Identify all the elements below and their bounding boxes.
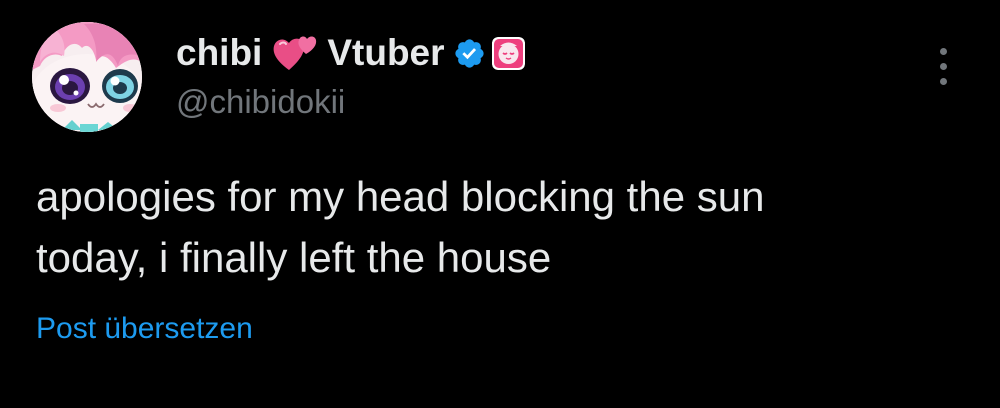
display-name-first: chibi <box>176 32 263 73</box>
two-hearts-emoji-icon <box>272 32 318 74</box>
more-dot <box>939 62 947 70</box>
author-display-name[interactable]: chibi Vtuber <box>176 32 445 74</box>
affiliate-badge-icon[interactable] <box>491 36 525 70</box>
post-header: chibi Vtuber @chibidokii <box>176 28 896 121</box>
post: chibi Vtuber @chibidokii apologies for m… <box>0 0 1000 408</box>
author-handle[interactable]: @chibidokii <box>176 83 896 121</box>
post-text: apologies for my head blocking the sun t… <box>36 173 765 281</box>
avatar-image <box>32 22 142 132</box>
verified-checkmark-icon[interactable] <box>453 37 486 70</box>
more-options-icon[interactable] <box>924 42 962 90</box>
avatar[interactable] <box>32 22 142 132</box>
translate-post-link[interactable]: Post übersetzen <box>36 312 253 346</box>
author-name-row: chibi Vtuber <box>176 28 896 78</box>
more-dot <box>939 47 947 55</box>
more-dot <box>939 77 947 85</box>
display-name-second: Vtuber <box>327 32 445 73</box>
